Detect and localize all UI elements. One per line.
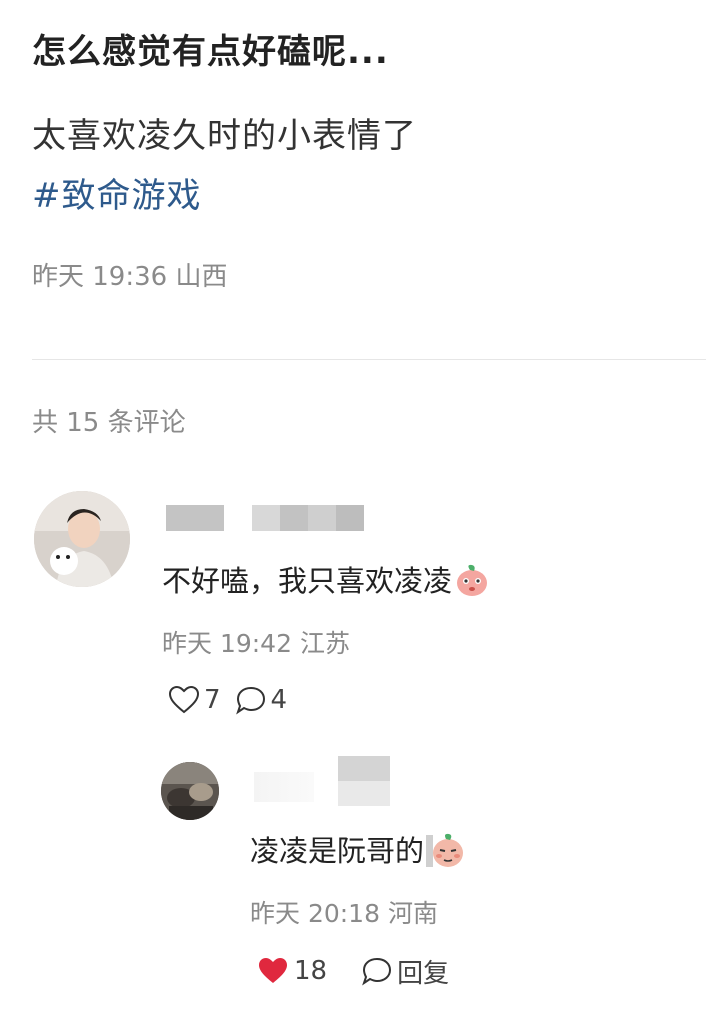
post-meta: 昨天 19:36 山西 xyxy=(32,256,227,293)
comment-location: 河南 xyxy=(387,899,438,928)
comment-date: 昨天 19:42 xyxy=(162,629,292,658)
post-date: 昨天 19:36 xyxy=(32,262,168,292)
comment-text: 不好嗑，我只喜欢凌凌 xyxy=(162,558,490,605)
comment-text: 凌凌是阮哥的 xyxy=(250,828,466,876)
comment-bubble-icon xyxy=(235,686,265,715)
post-body: 太喜欢凌久时的小表情了 xyxy=(32,116,417,156)
username-redacted[interactable] xyxy=(254,772,314,802)
post-title: 怎么感觉有点好磕呢... xyxy=(32,32,389,72)
reply-button[interactable]: 4 xyxy=(235,685,288,715)
comment-actions: 18 回复 xyxy=(256,952,449,990)
heart-filled-icon xyxy=(259,958,287,983)
comment-meta: 昨天 19:42 江苏 xyxy=(162,624,350,660)
peach-face-emoji-icon xyxy=(426,831,466,876)
avatar[interactable] xyxy=(34,491,130,587)
reply-count: 4 xyxy=(270,685,288,715)
comment-actions: 7 4 xyxy=(168,682,287,718)
avatar[interactable] xyxy=(161,762,219,820)
comment-bubble-icon xyxy=(362,957,392,986)
heart-outline-icon xyxy=(168,685,200,714)
comment-count: 共 15 条评论 xyxy=(32,408,186,438)
like-count: 18 xyxy=(294,956,328,986)
divider xyxy=(32,359,706,360)
username-redacted[interactable] xyxy=(338,756,390,806)
username-redacted[interactable] xyxy=(252,505,364,531)
reply-label: 回复 xyxy=(397,958,450,989)
comment-date: 昨天 20:18 xyxy=(250,899,380,928)
comment-meta: 昨天 20:18 河南 xyxy=(250,894,438,930)
avatar-photo-icon xyxy=(161,762,219,820)
like-count: 7 xyxy=(204,685,221,715)
post-location: 山西 xyxy=(175,262,228,292)
like-button[interactable]: 7 xyxy=(168,685,221,715)
username-redacted[interactable] xyxy=(166,505,224,531)
reply-button[interactable]: 回复 xyxy=(361,953,449,990)
avatar-photo-icon xyxy=(34,491,130,587)
like-button[interactable]: 18 xyxy=(256,956,327,986)
post-hashtag-link[interactable]: #致命游戏 xyxy=(32,168,202,217)
comment-location: 江苏 xyxy=(299,629,350,658)
peach-emoji-icon xyxy=(454,562,490,605)
